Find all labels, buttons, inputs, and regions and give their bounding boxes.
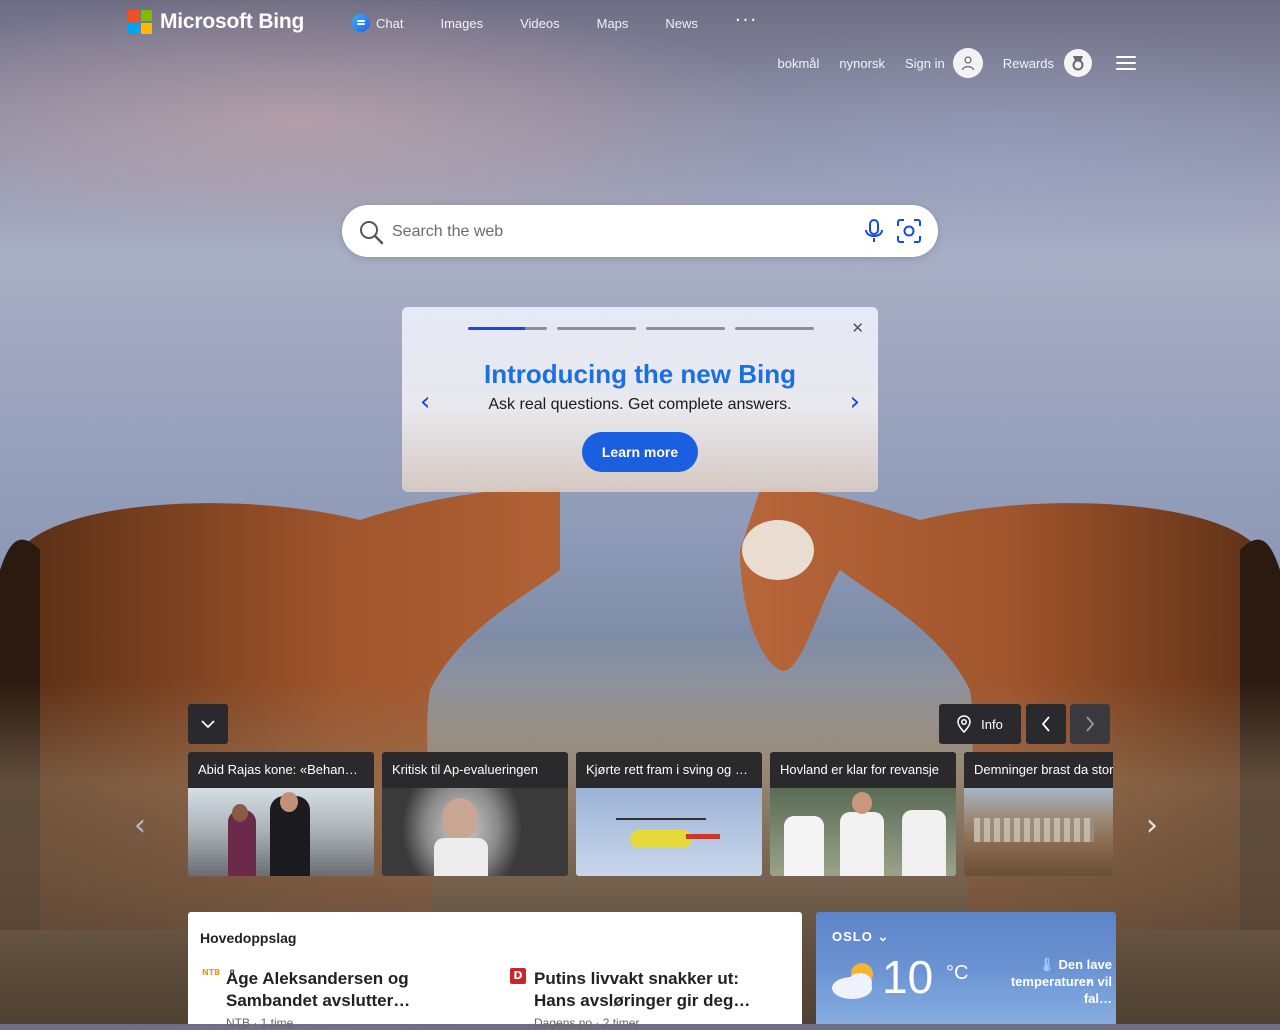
strip-prev-icon[interactable]: ‹ — [134, 808, 146, 843]
promo-dot[interactable] — [557, 327, 636, 330]
main-nav: Chat Images Videos Maps News ··· — [352, 10, 758, 32]
news-carousel: Abid Rajas kone: «Behandlet som en håndv… — [188, 752, 1113, 876]
story-headline: Åge Aleksandersen og Sambandet avslutter… — [226, 969, 411, 1010]
lang-nynorsk[interactable]: nynorsk — [839, 56, 885, 71]
search-box[interactable] — [342, 205, 938, 257]
news-card[interactable]: Abid Rajas kone: «Behandlet som en håndv… — [188, 752, 374, 876]
rewards-link[interactable]: Rewards — [1003, 56, 1054, 71]
microphone-icon[interactable] — [862, 218, 886, 244]
top-stories-panel: Hovedoppslag NTB Åge Aleksandersen og Sa… — [188, 912, 802, 1030]
news-card-thumbnail — [770, 788, 956, 876]
weather-temperature: 10 — [882, 951, 934, 1003]
story-meta: Dagens no · 2 timer — [534, 1016, 640, 1030]
story-headline: Putins livvakt snakker ut: Hans avslørin… — [534, 969, 751, 1010]
weather-panel[interactable]: OSLO ⌄ 10 °C 🌡 Den lave temperaturen vil… — [816, 912, 1116, 1024]
news-card-thumbnail — [188, 788, 374, 876]
weather-alert[interactable]: 🌡 Den lave temperaturen vil fal… — [984, 956, 1112, 1007]
more-nav-icon[interactable]: ··· — [735, 10, 758, 31]
chevron-down-icon: ⌄ — [877, 929, 890, 944]
logo-text: Microsoft Bing — [160, 10, 305, 33]
menu-icon[interactable] — [1116, 56, 1136, 70]
weather-city[interactable]: OSLO ⌄ — [832, 929, 889, 945]
nav-news[interactable]: News — [665, 16, 698, 31]
search-input[interactable] — [390, 217, 834, 247]
news-card[interactable]: Kritisk til Ap-evalueringen — [382, 752, 568, 876]
user-icon — [961, 56, 974, 71]
chat-icon — [352, 14, 370, 32]
rewards-icon[interactable] — [1064, 49, 1092, 77]
chevron-right-icon[interactable]: › — [1086, 974, 1092, 990]
lang-bokmal[interactable]: bokmål — [778, 56, 820, 71]
nav-chat-label: Chat — [376, 15, 404, 31]
learn-more-button[interactable]: Learn more — [582, 432, 698, 472]
bing-logo[interactable]: Microsoft Bing — [128, 10, 304, 34]
news-card-caption: Kjørte rett fram i sving og havnet i elv… — [576, 752, 762, 788]
news-card-caption: Abid Rajas kone: «Behandlet som en håndv… — [188, 752, 374, 788]
story-meta: NTB · 1 time — [226, 1016, 294, 1030]
news-card-thumbnail — [576, 788, 762, 876]
promo-subtitle: Ask real questions. Get complete answers… — [488, 396, 792, 413]
search-icon — [360, 221, 384, 245]
next-image-button[interactable] — [1070, 704, 1110, 744]
visual-search-icon[interactable] — [896, 218, 922, 244]
weather-alert-text: Den lave temperaturen vil fal… — [1010, 957, 1112, 1006]
weather-unit: °C — [946, 962, 969, 984]
new-bing-promo-card: ✕ ‹ › Introducing the new Bing Ask real … — [402, 307, 878, 492]
info-label: Info — [981, 716, 1003, 732]
previous-image-button[interactable] — [1026, 704, 1066, 744]
news-card-caption: Hovland er klar for revansje — [770, 752, 956, 788]
news-card[interactable]: Hovland er klar for revansje — [770, 752, 956, 876]
top-bar: Microsoft Bing Chat Images Videos Maps N… — [0, 0, 1280, 46]
chevron-down-icon — [201, 720, 215, 729]
ntb-logo-icon: NTB — [202, 968, 221, 977]
account-nav: bokmål nynorsk Sign in Rewards — [758, 48, 1136, 78]
dagens-logo-icon: D — [510, 968, 526, 984]
news-card[interactable]: Kjørte rett fram i sving og havnet i elv… — [576, 752, 762, 876]
nav-chat[interactable]: Chat — [352, 14, 403, 32]
top-stories-title: Hovedoppslag — [200, 930, 297, 946]
news-card-thumbnail — [382, 788, 568, 876]
avatar[interactable] — [952, 48, 983, 78]
promo-progress — [468, 327, 814, 330]
news-card-caption: Demninger brast da stormen traff — [964, 752, 1113, 788]
promo-title: Introducing the new Bing — [484, 359, 796, 389]
news-card-thumbnail — [964, 788, 1113, 876]
sign-in-link[interactable]: Sign in — [905, 56, 945, 71]
strip-next-icon[interactable]: › — [1146, 808, 1158, 843]
news-card-caption: Kritisk til Ap-evalueringen — [382, 752, 568, 788]
promo-dot[interactable] — [468, 327, 547, 330]
nav-videos[interactable]: Videos — [520, 16, 560, 31]
chevron-left-icon — [1041, 716, 1050, 732]
thermometer-icon: 🌡 — [1038, 957, 1055, 972]
nav-images[interactable]: Images — [440, 16, 483, 31]
weather-city-label: OSLO — [832, 929, 873, 944]
microsoft-logo-icon — [128, 10, 152, 34]
chevron-right-icon — [1086, 716, 1095, 732]
location-pin-icon — [957, 715, 971, 733]
collapse-button[interactable] — [188, 704, 228, 744]
partly-cloudy-icon — [832, 963, 873, 999]
close-icon[interactable]: ✕ — [851, 321, 864, 336]
news-card[interactable]: Demninger brast da stormen traff — [964, 752, 1113, 876]
image-info-button[interactable]: Info — [939, 704, 1021, 744]
promo-dot[interactable] — [646, 327, 725, 330]
nav-maps[interactable]: Maps — [597, 16, 629, 31]
promo-dot[interactable] — [735, 327, 814, 330]
